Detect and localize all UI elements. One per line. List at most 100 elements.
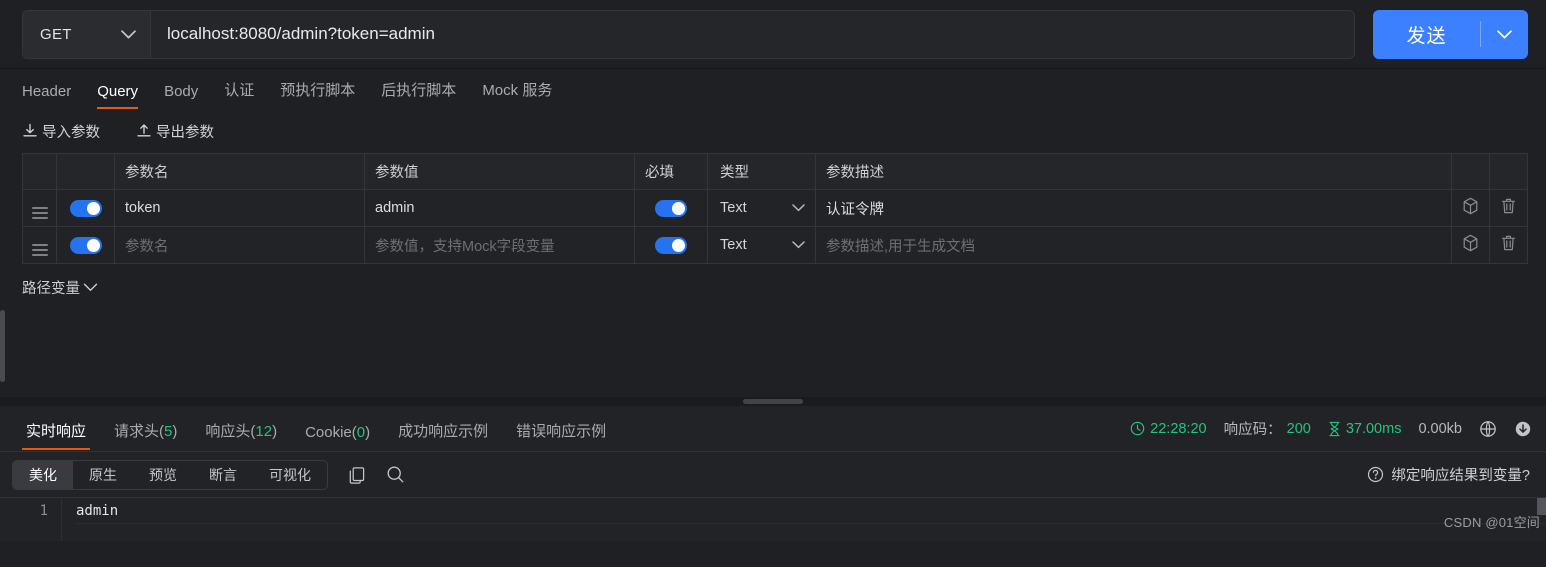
editor-code-area[interactable]: admin CSDN @01空间 <box>62 498 1546 541</box>
editor-code-line: admin <box>76 503 1546 524</box>
response-tab-response-headers-label: 响应头 <box>205 422 251 440</box>
param-type-select[interactable]: Text <box>708 190 815 226</box>
send-button-label: 发送 <box>1406 25 1447 47</box>
table-row: 参数名 参数值，支持Mock字段变量 Text 参数描述,用于生成文档 <box>22 226 1528 264</box>
query-param-table: 参数名 参数值 必填 类型 参数描述 token admin Text 认证令牌… <box>22 153 1528 264</box>
import-params-button[interactable]: 导入参数 <box>22 121 100 142</box>
splitter-handle[interactable] <box>743 399 803 404</box>
row-enable-cell <box>56 189 115 227</box>
param-actions-row: 导入参数 导出参数 <box>0 109 1546 153</box>
trash-icon[interactable] <box>1500 234 1517 252</box>
request-tab-query[interactable]: Query <box>84 83 151 109</box>
download-circle-icon[interactable] <box>1514 420 1532 438</box>
col-drag <box>22 153 57 190</box>
cube-icon[interactable] <box>1462 234 1479 252</box>
response-tab-success-example[interactable]: 成功响应示例 <box>384 420 502 452</box>
col-param-name: 参数名 <box>114 153 365 190</box>
row-drag-cell[interactable] <box>22 226 57 264</box>
table-row: token admin Text 认证令牌 <box>22 189 1528 227</box>
download-icon <box>22 123 38 139</box>
request-tab-pre-script[interactable]: 预执行脚本 <box>267 79 368 109</box>
param-enabled-toggle[interactable] <box>69 236 102 254</box>
drag-handle-icon[interactable] <box>31 207 48 219</box>
view-mode-visualize[interactable]: 可视化 <box>253 461 327 489</box>
param-required-cell <box>634 226 708 264</box>
request-tab-auth[interactable]: 认证 <box>211 79 267 109</box>
param-desc-cell[interactable]: 认证令牌 <box>815 189 1452 227</box>
col-delete-action <box>1489 153 1528 190</box>
editor-scrollbar[interactable] <box>1537 498 1546 515</box>
param-type-select[interactable]: Text <box>708 227 815 263</box>
import-params-label: 导入参数 <box>42 124 100 141</box>
bind-response-label: 绑定响应结果到变量? <box>1391 468 1530 484</box>
row-drag-cell[interactable] <box>22 189 57 227</box>
request-tab-body[interactable]: Body <box>151 83 211 109</box>
param-name-value: token <box>125 200 161 216</box>
view-mode-preview[interactable]: 预览 <box>133 461 193 489</box>
param-type-value: Text <box>720 237 747 253</box>
response-code-item: 响应码： 200 <box>1224 418 1311 439</box>
col-enable <box>56 153 115 190</box>
param-name-placeholder: 参数名 <box>125 238 169 255</box>
param-table-wrapper: 参数名 参数值 必填 类型 参数描述 token admin Text 认证令牌… <box>0 153 1546 264</box>
response-tab-cookie[interactable]: Cookie(0) <box>291 424 384 452</box>
param-value-placeholder: 参数值，支持Mock字段变量 <box>375 238 555 255</box>
request-tab-header[interactable]: Header <box>22 83 84 109</box>
response-tab-cookie-label: Cookie <box>305 423 352 441</box>
param-value-cell[interactable]: admin <box>364 189 635 227</box>
param-required-toggle[interactable] <box>655 236 687 254</box>
param-desc-placeholder: 参数描述,用于生成文档 <box>826 238 976 255</box>
view-mode-beautify[interactable]: 美化 <box>13 460 73 489</box>
response-status-bar: 22:28:20 响应码： 200 37.00ms 0.00kb <box>1130 418 1532 439</box>
view-mode-raw[interactable]: 原生 <box>73 461 133 489</box>
request-tab-post-script[interactable]: 后执行脚本 <box>368 79 469 109</box>
copy-icon[interactable] <box>348 466 366 484</box>
response-tab-response-headers[interactable]: 响应头(12) <box>191 420 291 452</box>
editor-line-number: 1 <box>39 503 48 519</box>
request-tab-mock-service[interactable]: Mock 服务 <box>469 79 565 109</box>
upload-icon <box>136 123 152 139</box>
response-body-editor: 1 admin CSDN @01空间 <box>0 497 1546 541</box>
request-url-input[interactable] <box>151 10 1354 58</box>
export-params-button[interactable]: 导出参数 <box>136 121 214 142</box>
param-table-body: token admin Text 认证令牌 参数名 参数值，支持Mock字段变量… <box>22 189 1528 264</box>
param-cube-cell <box>1451 189 1490 227</box>
request-pane-filler <box>0 310 1546 397</box>
response-tab-error-example[interactable]: 错误响应示例 <box>502 420 620 452</box>
http-method-select[interactable]: GET <box>23 10 151 58</box>
param-name-cell[interactable]: token <box>114 189 365 227</box>
param-required-toggle[interactable] <box>655 199 687 217</box>
bind-response-to-variable-button[interactable]: 绑定响应结果到变量? <box>1367 464 1530 485</box>
param-enabled-toggle[interactable] <box>69 199 102 217</box>
response-tab-realtime[interactable]: 实时响应 <box>12 420 100 452</box>
param-name-cell[interactable]: 参数名 <box>114 226 365 264</box>
col-description: 参数描述 <box>815 153 1452 190</box>
response-size: 0.00kb <box>1418 420 1462 437</box>
chevron-down-icon <box>792 204 805 212</box>
param-value-cell[interactable]: 参数值，支持Mock字段变量 <box>364 226 635 264</box>
view-mode-assert[interactable]: 断言 <box>193 461 253 489</box>
trash-icon[interactable] <box>1500 197 1517 215</box>
response-timestamp: 22:28:20 <box>1150 420 1207 437</box>
cube-icon[interactable] <box>1462 197 1479 215</box>
param-cube-cell <box>1451 226 1490 264</box>
question-circle-icon <box>1367 466 1384 483</box>
path-variables-toggle[interactable]: 路径变量 <box>0 264 98 310</box>
vertical-scrollbar[interactable] <box>0 310 5 382</box>
chevron-down-icon <box>83 283 98 292</box>
response-tab-request-headers[interactable]: 请求头(5) <box>100 420 191 452</box>
col-type: 类型 <box>707 153 816 190</box>
globe-icon[interactable] <box>1479 420 1497 438</box>
watermark: CSDN @01空间 <box>1443 515 1540 530</box>
response-tabs: 实时响应 请求头(5) 响应头(12) Cookie(0) 成功响应示例 错误响… <box>12 406 620 452</box>
param-type-cell: Text <box>707 226 816 264</box>
param-desc-cell[interactable]: 参数描述,用于生成文档 <box>815 226 1452 264</box>
drag-handle-icon[interactable] <box>31 244 48 256</box>
search-icon[interactable] <box>386 465 405 484</box>
response-time-item: 22:28:20 <box>1130 420 1207 437</box>
http-method-value: GET <box>40 25 72 43</box>
send-options-chevron-down-icon[interactable] <box>1481 29 1528 39</box>
send-request-button[interactable]: 发送 <box>1373 9 1528 59</box>
request-tabs: Header Query Body 认证 预执行脚本 后执行脚本 Mock 服务 <box>0 69 1546 109</box>
hourglass-icon <box>1328 421 1341 437</box>
